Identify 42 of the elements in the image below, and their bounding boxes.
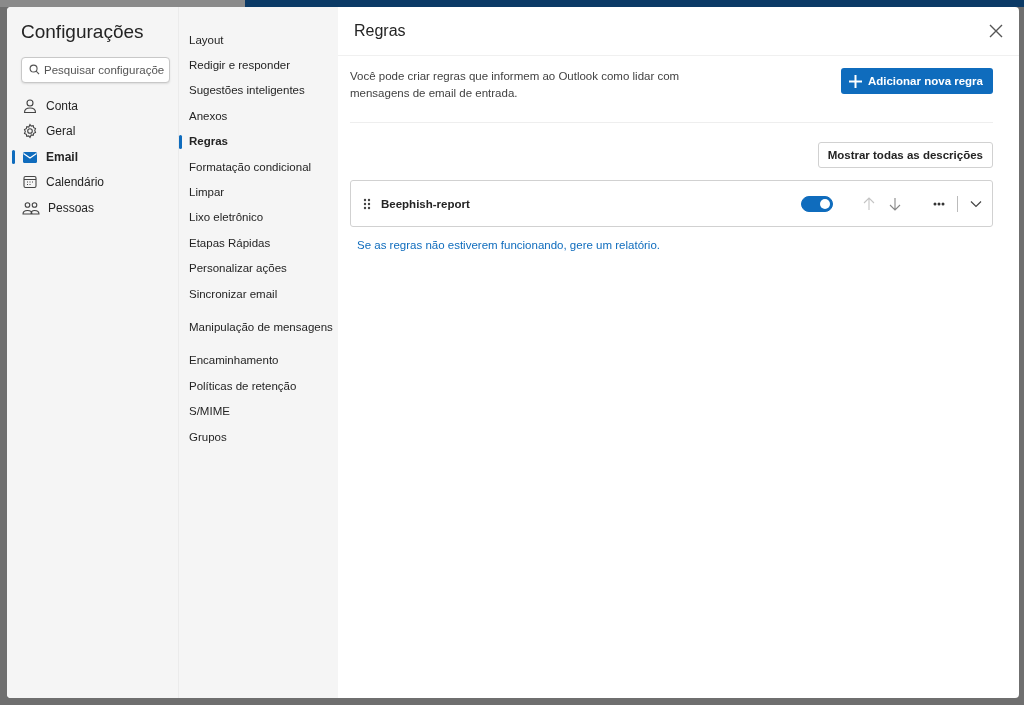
- calendar-icon: [22, 174, 38, 191]
- submenu-item[interactable]: Limpar: [179, 179, 338, 205]
- submenu-item[interactable]: Personalizar ações: [179, 255, 338, 281]
- submenu-item[interactable]: Sugestões inteligentes: [179, 77, 338, 104]
- submenu-item[interactable]: Encaminhamento: [179, 347, 338, 374]
- submenu-item[interactable]: Políticas de retenção: [179, 373, 338, 399]
- nav-item[interactable]: Email: [12, 144, 170, 170]
- report-link[interactable]: Se as regras não estiverem funcionando, gere um relatório.: [357, 239, 660, 251]
- submenu-item[interactable]: Grupos: [179, 423, 338, 450]
- search-field[interactable]: Pesquisar configuraçõe: [21, 57, 170, 83]
- rule-toggle[interactable]: [801, 195, 833, 212]
- more-icon: [933, 201, 945, 206]
- submenu-item[interactable]: Layout: [179, 27, 338, 53]
- submenu-item[interactable]: Anexos: [179, 103, 338, 129]
- panel-title: Regras: [354, 22, 406, 40]
- settings-title: Configurações: [21, 21, 145, 43]
- close-button[interactable]: [987, 22, 1005, 40]
- person-icon: [22, 97, 38, 114]
- nav-item[interactable]: Conta: [12, 93, 170, 119]
- nav-item[interactable]: Calendário: [12, 169, 170, 195]
- close-icon: [989, 24, 1003, 38]
- submenu-item[interactable]: S/MIME: [179, 398, 338, 424]
- show-descriptions-button[interactable]: Mostrar todas as descrições: [817, 142, 993, 168]
- nav-item[interactable]: Geral: [12, 118, 170, 144]
- rules-description: Você pode criar regras que informem ao Outlook como lidar com mensagens de email de entrada.: [350, 69, 681, 101]
- arrow-up-icon: [863, 196, 875, 211]
- submenu-item[interactable]: Formatação condicional: [179, 153, 338, 180]
- submenu-item[interactable]: Regras: [179, 128, 338, 154]
- submenu-item[interactable]: Etapas Rápidas: [179, 230, 338, 256]
- nav-item[interactable]: Pessoas: [12, 195, 170, 221]
- submenu-item[interactable]: Lixo eletrônico: [179, 204, 338, 231]
- submenu-item[interactable]: Sincronizar email: [179, 280, 338, 307]
- settings-icon: [22, 123, 38, 140]
- plus-icon: [848, 74, 862, 88]
- people-icon: [22, 199, 40, 216]
- submenu-item[interactable]: Manipulação de mensagens: [179, 314, 338, 340]
- submenu-item[interactable]: Redigir e responder: [179, 52, 338, 78]
- arrow-down-icon: [889, 196, 901, 211]
- drag-handle-icon[interactable]: [363, 197, 371, 210]
- rule-name: Beephish-report: [381, 197, 471, 210]
- chevron-down-icon: [970, 199, 982, 208]
- add-rule-button[interactable]: Adicionar nova regra: [840, 68, 993, 94]
